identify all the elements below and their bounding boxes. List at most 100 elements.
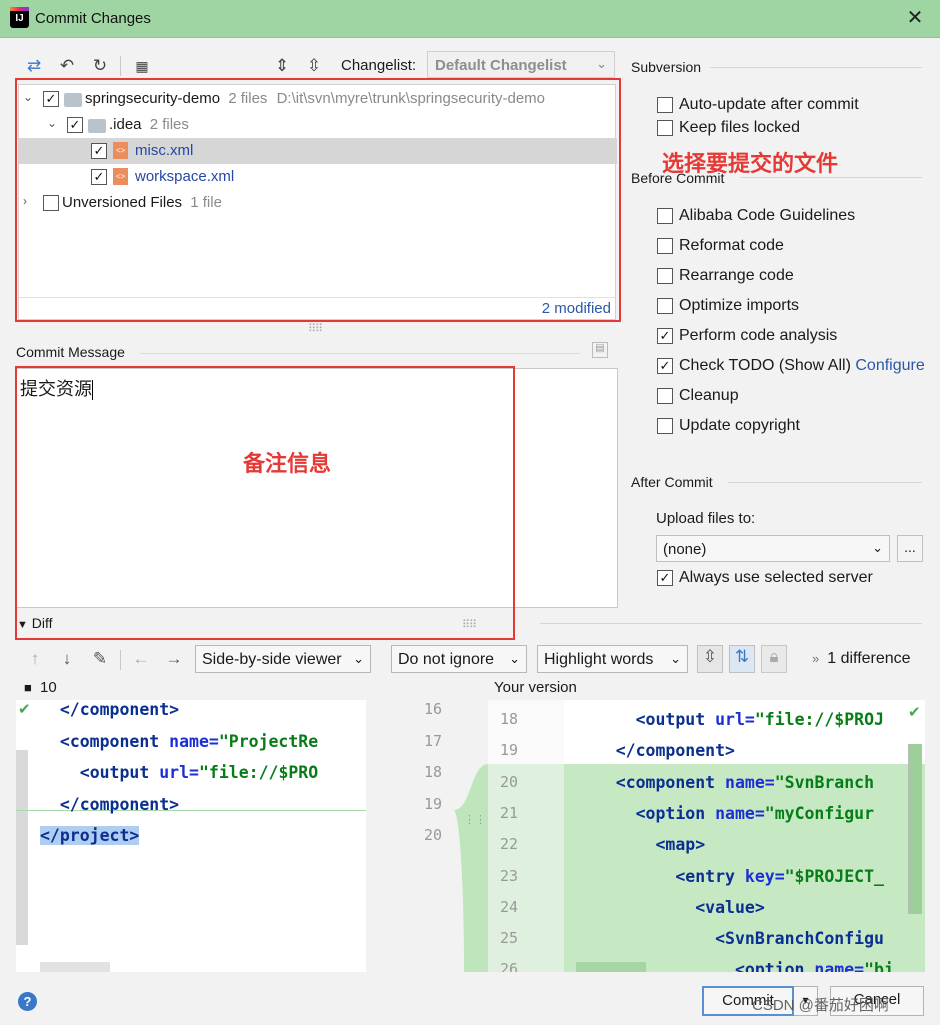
code-line: <component name="ProjectRe	[40, 732, 318, 751]
check-todo-label: Check TODO (Show All) Configure	[679, 357, 925, 375]
reformat-code-checkbox[interactable]	[657, 238, 673, 254]
check-todo-checkbox[interactable]: ✓	[657, 358, 673, 374]
optimize-imports-label: Optimize imports	[679, 297, 800, 314]
left-diff-editor[interactable]: ✔ </component> <component name="ProjectR…	[16, 700, 366, 972]
previous-difference-icon[interactable]: ↑	[24, 648, 46, 670]
chevron-down-icon: ⌄	[872, 540, 883, 555]
difference-count: » 1 difference	[812, 650, 911, 668]
subversion-title: Subversion	[631, 59, 702, 75]
expand-all-icon[interactable]: ⇕	[270, 54, 294, 78]
commit-message-label: Commit Message	[16, 344, 125, 360]
intellij-app-icon: IJ	[10, 7, 29, 28]
code-attribute: name=	[715, 772, 775, 792]
optimize-imports-checkbox[interactable]	[657, 298, 673, 314]
next-difference-icon[interactable]: ↓	[56, 648, 78, 670]
changelist-select[interactable]: Default Changelist ⌄	[427, 51, 615, 78]
diff-toggle[interactable]: ▼ Diff	[17, 615, 53, 631]
code-line: </component>	[40, 700, 179, 719]
left-line-number: 18	[423, 763, 442, 781]
scrollbar[interactable]	[16, 750, 28, 945]
section-divider	[140, 353, 580, 354]
annotation-box-files	[15, 78, 621, 322]
section-divider	[710, 67, 922, 68]
right-diff-editor[interactable]: <output url="file://$PROJ </component> <…	[488, 700, 925, 972]
cleanup-label: Cleanup	[679, 387, 739, 404]
help-icon[interactable]: ?	[18, 992, 37, 1011]
code-bracket: >	[725, 741, 735, 761]
code-bracket: <	[734, 960, 745, 972]
code-tag-name: option	[744, 960, 805, 972]
code-analysis-checkbox[interactable]: ✓	[657, 328, 673, 344]
upload-server-select[interactable]: (none) ⌄	[656, 535, 890, 562]
close-icon[interactable]: ✕	[904, 7, 926, 29]
code-line: <option name="myConfigur	[576, 804, 874, 823]
splitter-grip[interactable]: ⠿⠿	[308, 322, 323, 335]
code-attribute-value: "$PROJECT_	[784, 866, 884, 886]
toolbar-separator	[120, 650, 121, 670]
right-version-header: Your version	[494, 679, 577, 696]
horizontal-scrollbar[interactable]	[576, 962, 646, 972]
code-line: <value>	[576, 898, 765, 917]
collapse-all-icon[interactable]: ⇳	[302, 54, 326, 78]
splitter-grip[interactable]: ⠿⠿	[462, 618, 477, 631]
scrollbar[interactable]	[908, 744, 922, 914]
code-tag-name: SvnBranchConfigu	[725, 929, 884, 949]
code-tag-name: map	[665, 835, 696, 855]
code-tag-name: component	[79, 794, 170, 814]
right-line-number: 21	[499, 803, 518, 822]
group-by-icon[interactable]: ▦	[130, 54, 154, 78]
code-bracket: <	[615, 772, 626, 792]
collapse-unchanged-icon[interactable]: ⇳	[697, 645, 723, 673]
rearrange-code-checkbox[interactable]	[657, 268, 673, 284]
right-line-number: 18	[499, 710, 518, 728]
sync-scroll-icon[interactable]: ⇅	[729, 645, 755, 673]
back-arrow-icon[interactable]: ←	[130, 648, 152, 670]
keep-locked-label: Keep files locked	[679, 119, 800, 136]
ignore-whitespace-value: Do not ignore	[398, 651, 495, 668]
ignore-whitespace-select[interactable]: Do not ignore ⌄	[391, 645, 527, 673]
double-chevron-icon: »	[812, 651, 820, 666]
code-bracket: >	[754, 897, 765, 917]
window-title: Commit Changes	[35, 10, 151, 27]
refresh-icon[interactable]: ↻	[88, 54, 112, 78]
rollback-icon[interactable]: ↶	[55, 54, 79, 78]
diff-title: Diff	[31, 615, 53, 631]
horizontal-scrollbar[interactable]	[40, 962, 110, 972]
code-line: <output url="file://$PRO	[40, 763, 318, 782]
highlight-mode-select[interactable]: Highlight words ⌄	[537, 645, 688, 673]
show-diff-icon[interactable]: ⇄	[22, 54, 46, 78]
always-use-server-checkbox[interactable]: ✓	[657, 570, 673, 586]
right-line-number: 26	[499, 960, 518, 972]
upload-more-button[interactable]: ...	[897, 535, 923, 562]
section-divider	[728, 482, 922, 483]
cleanup-checkbox[interactable]	[657, 388, 673, 404]
edit-source-icon[interactable]: ✎	[89, 648, 111, 670]
message-history-icon[interactable]: ▤	[592, 342, 608, 358]
alibaba-guidelines-checkbox[interactable]	[657, 208, 673, 224]
check-icon: ✔	[18, 701, 31, 718]
auto-update-label: Auto-update after commit	[679, 96, 859, 113]
left-line-number: 19	[423, 794, 442, 813]
viewer-mode-select[interactable]: Side-by-side viewer ⌄	[195, 645, 371, 673]
forward-arrow-icon[interactable]: →	[163, 648, 185, 670]
code-line: <SvnBranchConfigu	[576, 929, 884, 948]
watermark-text: CSDN @番茄好困啊	[752, 997, 889, 1014]
code-bracket: <	[635, 803, 646, 823]
auto-update-checkbox[interactable]	[657, 97, 673, 113]
code-attribute: name=	[804, 960, 865, 972]
splitter-grip[interactable]: ⋮⋮	[464, 813, 486, 826]
keep-locked-checkbox[interactable]	[657, 120, 673, 136]
configure-link[interactable]: Configure	[855, 357, 924, 374]
code-bracket: <	[695, 897, 706, 917]
annotation-remark: 备注信息	[243, 452, 332, 477]
update-copyright-checkbox[interactable]	[657, 418, 673, 434]
lock-icon[interactable]: 🔒︎	[761, 645, 787, 673]
lock-icon: ■	[24, 680, 32, 695]
before-commit-title: Before Commit	[631, 170, 725, 186]
left-version-header: ■ 10	[24, 679, 57, 696]
code-tag-name: output	[89, 763, 150, 782]
right-line-number: 22	[499, 835, 518, 854]
